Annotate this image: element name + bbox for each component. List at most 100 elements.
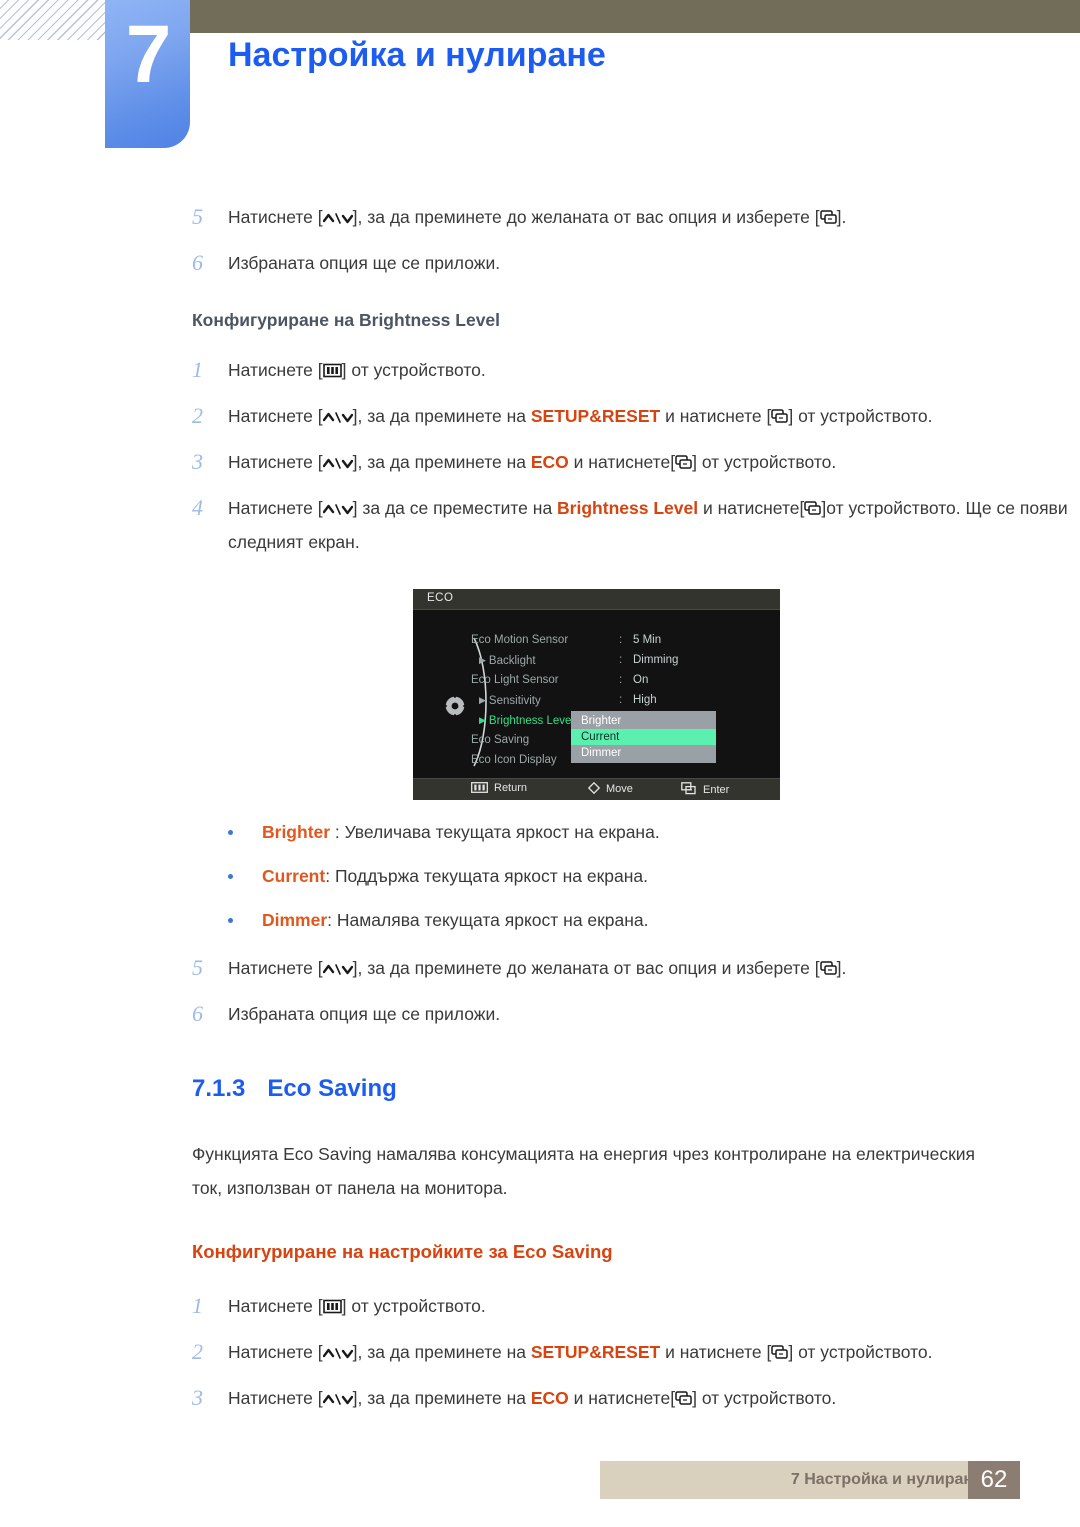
enter-icon (675, 1391, 692, 1406)
dropdown-option-current[interactable]: Current (571, 729, 716, 745)
osd-row-colon: : (619, 654, 623, 666)
osd-row-label: Eco Saving (471, 734, 530, 746)
step-number: 6 (192, 250, 203, 275)
osd-row[interactable]: Eco Motion Sensor : 5 Min (471, 630, 780, 650)
bullet-dot-icon (228, 918, 233, 923)
bullet-desc: Поддържа текущата яркост на екрана. (334, 866, 648, 886)
step-number: 5 (192, 204, 203, 229)
page-footer: 7 Настройка и нулиране 62 (0, 1461, 1080, 1499)
bullet-dot-icon (228, 830, 233, 835)
updown-chevron-icon (322, 1393, 353, 1406)
osd-footer-enter[interactable]: Enter (681, 782, 729, 796)
list-item: Brighter : Увеличава текущата яркост на … (0, 819, 1080, 845)
enter-icon (681, 782, 697, 795)
highlight-term: SETUP&RESET (530, 1342, 661, 1362)
bullet-term: Dimmer (262, 910, 328, 930)
step-item: 5 Натиснете [], за да преминете до желан… (0, 951, 1080, 985)
osd-footer-bar: Return Move Enter (413, 778, 780, 800)
brightness-level-dropdown[interactable]: Brighter Current Dimmer (571, 711, 716, 763)
bullet-desc: Увеличава текущата яркост на екрана. (344, 822, 660, 842)
enter-icon (771, 1345, 789, 1360)
enter-icon (675, 455, 692, 470)
osd-title-bar: ECO (413, 589, 780, 610)
step-text: Натиснете [], за да преминете до желанат… (228, 207, 847, 227)
osd-footer-move[interactable]: Move (587, 781, 633, 795)
hatch-decoration (0, 0, 108, 40)
menu-icon (322, 363, 342, 378)
caret-right-icon: ▶ (479, 655, 486, 665)
step-text: Натиснете [], за да преминете до желанат… (228, 958, 847, 978)
osd-row-value: On (633, 674, 649, 686)
step-item: 2 Натиснете [], за да преминете на SETUP… (0, 1335, 1080, 1369)
eco-saving-config-heading: Конфигуриране на настройките за Eco Savi… (192, 1241, 613, 1262)
step-number: 6 (192, 1001, 203, 1026)
osd-row-value: High (633, 694, 657, 706)
step-item: 4 Натиснете [] за да се преместите на Br… (0, 491, 1080, 559)
section-paragraph: Функцията Eco Saving намалява консумация… (192, 1144, 975, 1198)
caret-right-icon: ▶ (479, 715, 486, 725)
osd-row-label: Eco Motion Sensor (471, 634, 569, 646)
step-item: 5 Натиснете [], за да преминете до желан… (0, 200, 1080, 234)
osd-footer-return[interactable]: Return (471, 782, 527, 794)
menu-icon (471, 782, 488, 793)
bullet-separator: : (327, 910, 337, 930)
dropdown-option-brighter[interactable]: Brighter (571, 713, 716, 729)
step-text: Натиснете [] от устройството. (228, 1296, 486, 1316)
enter-icon (819, 961, 837, 976)
enter-icon (804, 501, 822, 516)
step-item: 3 Натиснете [], за да преминете на ECO и… (0, 445, 1080, 479)
osd-row[interactable]: ▶ Backlight : Dimming (471, 650, 780, 670)
chapter-number: 7 (125, 9, 172, 100)
osd-row-label: Eco Icon Display (471, 754, 557, 766)
osd-row-colon: : (619, 634, 623, 646)
step-number: 2 (192, 403, 203, 428)
list-item: Dimmer: Намалява текущата яркост на екра… (0, 907, 1080, 933)
bullet-dot-icon (228, 874, 233, 879)
page-number: 62 (968, 1461, 1020, 1499)
osd-menu: ECO Eco Motion Sensor: 5 Min ▶ Backligh… (413, 589, 780, 800)
dropdown-option-dimmer[interactable]: Dimmer (571, 745, 716, 761)
step-number: 3 (192, 1385, 203, 1410)
osd-row-value: Dimming (633, 654, 679, 666)
updown-chevron-icon (322, 212, 353, 225)
step-text: Избраната опция ще се приложи. (228, 253, 501, 273)
updown-chevron-icon (322, 1347, 353, 1360)
step-text: Натиснете [], за да преминете на SETUP&R… (228, 406, 933, 426)
brightness-level-heading: Конфигуриране на Brightness Level (192, 310, 501, 330)
bullet-desc: Намалява текущата яркост на екрана. (336, 910, 649, 930)
step-number: 3 (192, 449, 203, 474)
osd-row-value: 5 Min (633, 634, 662, 646)
osd-row[interactable]: ▶ Sensitivity : High (471, 690, 780, 710)
step-number: 5 (192, 955, 203, 980)
step-item: 1 Натиснете [] от устройството. (0, 1289, 1080, 1323)
menu-icon (322, 1299, 342, 1314)
updown-chevron-icon (322, 457, 353, 470)
osd-title: ECO (427, 592, 454, 604)
enter-icon (819, 210, 837, 225)
step-item: 2 Натиснете [], за да преминете на SETUP… (0, 399, 1080, 433)
osd-row-label: Eco Light Sensor (471, 674, 559, 686)
updown-chevron-icon (322, 503, 353, 516)
updown-chevron-icon (322, 411, 353, 424)
highlight-term: SETUP&RESET (530, 406, 661, 426)
bullet-separator: : (325, 866, 335, 886)
step-text: Избраната опция ще се приложи. (228, 1004, 501, 1024)
list-item: Current: Поддържа текущата яркост на екр… (0, 863, 1080, 889)
step-text: Натиснете [], за да преминете на ECO и н… (228, 452, 837, 472)
osd-screenshot-wrapper: ECO Eco Motion Sensor: 5 Min ▶ Backligh… (0, 589, 1080, 801)
step-item: 1 Натиснете [] от устройството. (0, 353, 1080, 387)
section-title: Eco Saving (267, 1075, 397, 1102)
gear-icon (443, 694, 467, 718)
step-number: 1 (192, 357, 203, 382)
osd-row[interactable]: Eco Light Sensor : On (471, 670, 780, 690)
page-header: 7 Настройка и нулиране (0, 0, 1080, 150)
highlight-term: ECO (530, 452, 569, 472)
step-item: 6 Избраната опция ще се приложи. (0, 997, 1080, 1031)
bullet-term: Brighter (262, 822, 331, 842)
step-number: 4 (192, 495, 203, 520)
section-number: 7.1.3 (192, 1075, 246, 1102)
section-heading: 7.1.3 Eco Saving (0, 1075, 1080, 1103)
diamond-icon (587, 781, 601, 795)
step-number: 1 (192, 1293, 203, 1318)
step-text: Натиснете [] за да се преместите на Brig… (228, 498, 1068, 552)
